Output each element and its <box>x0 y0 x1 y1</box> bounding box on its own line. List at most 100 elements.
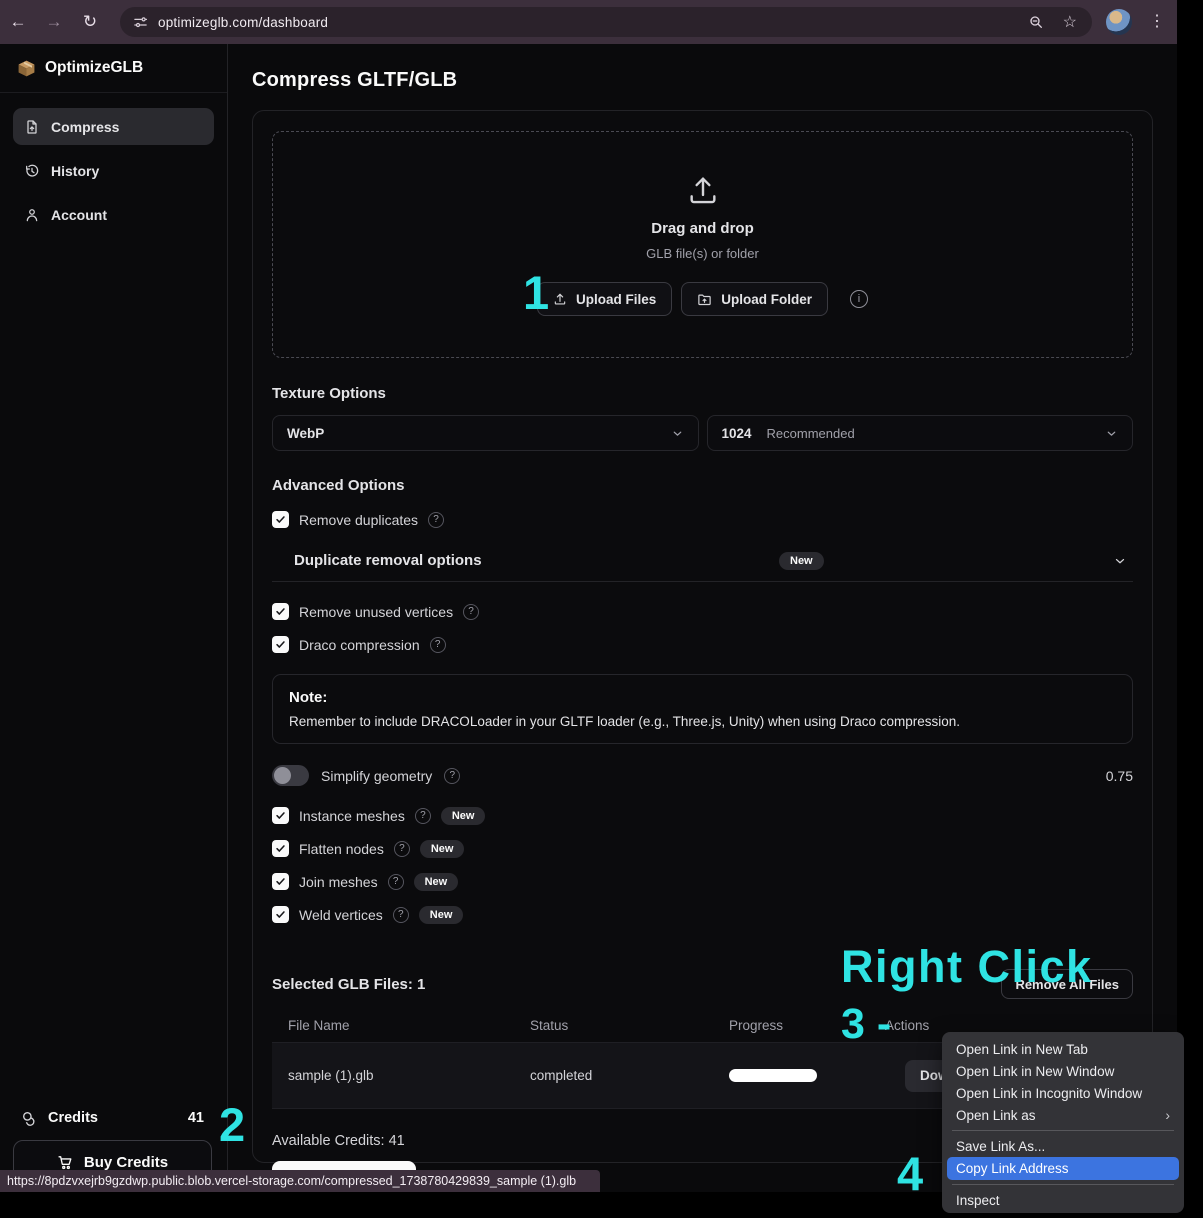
help-icon[interactable]: ? <box>393 907 409 923</box>
help-icon[interactable]: ? <box>415 808 431 824</box>
package-logo-icon <box>17 59 36 78</box>
history-clock-icon <box>24 163 40 179</box>
help-icon[interactable]: ? <box>463 604 479 620</box>
help-icon[interactable]: ? <box>444 768 460 784</box>
link-status-bar: https://8pdzvxejrb9gzdwp.public.blob.ver… <box>0 1170 600 1192</box>
sidebar-item-compress[interactable]: Compress <box>13 108 214 145</box>
annotation-step-1: 1 <box>523 269 550 316</box>
sidebar-item-history[interactable]: History <box>13 152 214 189</box>
site-settings-icon[interactable] <box>133 15 148 30</box>
file-progress-cell <box>713 1069 869 1082</box>
chevron-down-icon <box>1113 554 1127 568</box>
help-icon[interactable]: ? <box>388 874 404 890</box>
col-status: Status <box>514 1018 713 1033</box>
note-title: Note: <box>289 689 1116 706</box>
upload-files-button[interactable]: Upload Files <box>537 282 672 316</box>
duplicate-removal-accordion[interactable]: Duplicate removal options New <box>272 540 1133 582</box>
help-icon[interactable]: ? <box>394 841 410 857</box>
compress-file-icon <box>24 119 40 135</box>
upload-tray-icon <box>686 173 720 207</box>
help-icon[interactable]: ? <box>428 512 444 528</box>
annotation-step-3: 3 - <box>841 1003 891 1046</box>
menu-item-save-link-as[interactable]: Save Link As... <box>947 1135 1179 1157</box>
checkbox-checked[interactable] <box>272 873 289 890</box>
credits-label: Credits <box>48 1110 98 1126</box>
chevron-down-icon <box>1105 427 1118 440</box>
menu-item-label: Copy Link Address <box>956 1161 1069 1176</box>
checkbox-checked[interactable] <box>272 840 289 857</box>
dropzone[interactable]: Drag and drop GLB file(s) or folder Uplo… <box>272 131 1133 358</box>
flatten-nodes-label: Flatten nodes <box>299 841 384 857</box>
dropzone-title: Drag and drop <box>651 220 754 237</box>
menu-item-inspect[interactable]: Inspect <box>947 1189 1179 1211</box>
browser-toolbar: ← → ↻ optimizeglb.com/dashboard <box>0 0 1177 44</box>
new-badge: New <box>441 807 486 825</box>
url-text[interactable]: optimizeglb.com/dashboard <box>158 15 328 30</box>
menu-item-label: Open Link as <box>956 1108 1036 1123</box>
menu-item-open-link-as[interactable]: Open Link as › <box>947 1104 1179 1126</box>
col-actions: Actions <box>869 1018 1133 1033</box>
sidebar-nav: Compress History <box>0 93 227 255</box>
weld-vertices-row: Weld vertices ? New <box>272 902 1133 927</box>
annotation-step-2: 2 <box>219 1101 246 1148</box>
zoom-icon[interactable] <box>1028 14 1044 30</box>
advanced-options-heading: Advanced Options <box>272 477 1133 494</box>
weld-vertices-label: Weld vertices <box>299 907 383 923</box>
bookmark-star-icon[interactable]: ☆ <box>1063 12 1077 32</box>
credits-value: 41 <box>188 1110 204 1126</box>
forward-icon[interactable]: → <box>36 12 72 32</box>
chevron-down-icon <box>671 427 684 440</box>
simplify-toggle[interactable] <box>272 765 309 786</box>
sidebar-item-label: Account <box>51 207 107 223</box>
menu-divider <box>952 1184 1174 1185</box>
draco-label: Draco compression <box>299 637 420 653</box>
checkbox-checked[interactable] <box>272 603 289 620</box>
new-badge: New <box>414 873 459 891</box>
menu-item-label: Open Link in New Tab <box>956 1042 1088 1057</box>
checkbox-checked[interactable] <box>272 636 289 653</box>
annotation-step-4: 4 <box>897 1150 924 1197</box>
brand-name: OptimizeGLB <box>45 59 143 77</box>
upload-folder-button[interactable]: Upload Folder <box>681 282 828 316</box>
help-icon[interactable]: ? <box>430 637 446 653</box>
texture-format-select[interactable]: WebP <box>272 415 699 451</box>
menu-item-open-new-tab[interactable]: Open Link in New Tab <box>947 1038 1179 1060</box>
selected-files-heading: Selected GLB Files: 1 <box>272 976 425 993</box>
page: ← → ↻ optimizeglb.com/dashboard <box>0 0 1203 1218</box>
back-icon[interactable]: ← <box>0 12 36 32</box>
menu-item-label: Open Link in Incognito Window <box>956 1086 1142 1101</box>
menu-item-open-new-window[interactable]: Open Link in New Window <box>947 1060 1179 1082</box>
remove-duplicates-row: Remove duplicates ? <box>272 507 1133 532</box>
address-bar[interactable]: optimizeglb.com/dashboard ☆ <box>120 7 1092 37</box>
sidebar-item-account[interactable]: Account <box>13 196 214 233</box>
menu-item-label: Save Link As... <box>956 1139 1045 1154</box>
info-icon[interactable]: i <box>850 290 868 308</box>
draco-row: Draco compression ? <box>272 632 1133 657</box>
remove-duplicates-label: Remove duplicates <box>299 512 418 528</box>
menu-divider <box>952 1130 1174 1131</box>
annotation-right-click: Right Click <box>841 944 1093 989</box>
context-menu: Open Link in New Tab Open Link in New Wi… <box>942 1032 1184 1213</box>
texture-size-select[interactable]: 1024 Recommended <box>707 415 1134 451</box>
instance-meshes-label: Instance meshes <box>299 808 405 824</box>
draco-note: Note: Remember to include DRACOLoader in… <box>272 674 1133 744</box>
checkbox-checked[interactable] <box>272 511 289 528</box>
sidebar: OptimizeGLB Compress <box>0 44 228 1192</box>
menu-item-copy-link-address[interactable]: Copy Link Address <box>947 1157 1179 1180</box>
profile-avatar[interactable] <box>1106 9 1132 35</box>
new-badge: New <box>420 840 465 858</box>
texture-size-hint: Recommended <box>767 426 855 441</box>
checkbox-checked[interactable] <box>272 807 289 824</box>
simplify-row: Simplify geometry ? 0.75 <box>272 763 1133 788</box>
progress-bar <box>729 1069 817 1082</box>
texture-format-value: WebP <box>287 426 324 441</box>
browser-menu-icon[interactable]: ⋮ <box>1149 11 1165 31</box>
credits-row: Credits 41 <box>13 1105 212 1131</box>
checkbox-checked[interactable] <box>272 906 289 923</box>
col-file-name: File Name <box>272 1018 514 1033</box>
reload-icon[interactable]: ↻ <box>72 12 108 32</box>
sidebar-item-label: Compress <box>51 119 119 135</box>
menu-item-open-incognito[interactable]: Open Link in Incognito Window <box>947 1082 1179 1104</box>
texture-options-heading: Texture Options <box>272 385 1133 402</box>
duplicate-removal-label: Duplicate removal options <box>294 552 482 569</box>
